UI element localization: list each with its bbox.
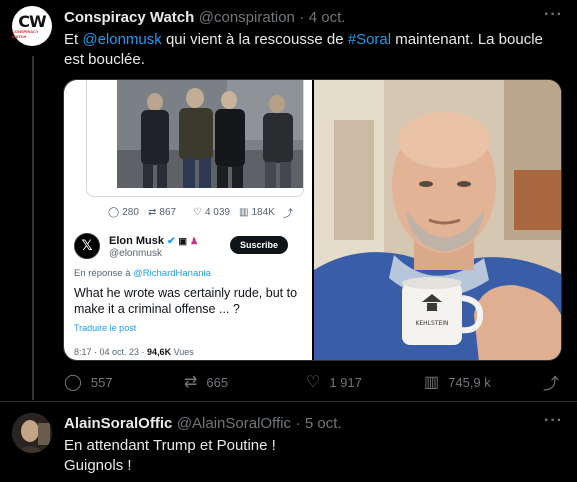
more-icon[interactable]: ··· [544,6,563,24]
avatar[interactable]: CW CONSPIRACY WATCH [12,6,52,46]
tweet-date[interactable]: 4 oct. [309,9,346,26]
quoted-likes: ♡ 4 039 [193,205,239,220]
like-action[interactable]: ♡ 1 917 [306,371,362,393]
x-logo-avatar-icon: 𝕏 [74,233,100,259]
tweet-date[interactable]: 5 oct. [305,415,342,432]
heart-icon: ♡ [306,374,321,391]
quoted-tweet-text: What he wrote was certainly rude, but to… [74,286,298,316]
tweet-media[interactable]: ◯ 280 ⇄ 867 ♡ 4 039 ▥ 184K ⤴ 𝕏 Elon Musk ✔ ▣… [63,79,562,361]
translate-post-link: Traduire le post [74,323,137,333]
quoted-tweet-meta: 8:17 · 04 oct. 23 · 94,6K Vues [74,347,194,357]
quoted-author-handle: @elonmusk [109,248,162,259]
news-photo [117,80,303,188]
tweet-text-part: qui vient à la rescousse de [161,31,348,48]
quoted-author-name: Elon Musk ✔ ▣ ♟ [109,235,198,247]
media-photo-right[interactable]: KEHLSTEIN [314,80,561,360]
divider [0,401,577,402]
portrait-photo-illustration: KEHLSTEIN [314,80,561,360]
news-photo-illustration [117,80,303,188]
quoted-likes-count: 4 039 [204,207,230,218]
tweet-text: Et @elonmusk qui vient à la rescousse de… [64,30,564,70]
more-icon[interactable]: ··· [544,412,563,430]
quoted-author-name-text: Elon Musk [109,235,165,247]
verified-badge-icon: ✔ [167,236,176,247]
mention-link[interactable]: @elonmusk [82,31,161,48]
reply-icon: ◯ [108,207,120,218]
retweet-action[interactable]: ⇄ 665 [184,371,228,393]
quoted-retweets-count: 867 [159,207,177,218]
retweet-icon: ⇄ [184,374,198,391]
avatar-logo-subtext: CONSPIRACY WATCH [12,28,39,39]
author-name[interactable]: Conspiracy Watch [64,9,194,26]
tweet-header: Conspiracy Watch @conspiration · 4 oct. [64,9,345,27]
news-photo-caption [117,188,303,194]
thread-connector-line [32,56,34,400]
tweet-text-line-2: Guignols ! [64,457,132,474]
tweet-text-line-1: En attendant Trump et Poutine ! [64,437,276,454]
cup-text: KEHLSTEIN [415,320,448,327]
quoted-retweets: ⇄ 867 [148,205,193,220]
reply-to-text: En réponse à [74,268,134,279]
header-separator: · [299,9,305,26]
quoted-card [86,80,304,197]
reply-action[interactable]: ◯ 557 [64,371,113,393]
quoted-views: ▥ 184K [239,205,283,220]
quoted-replies-count: 280 [122,207,139,218]
views-action[interactable]: ▥ 745,9 k [424,371,491,393]
heart-icon: ♡ [193,207,202,218]
quoted-replies: ◯ 280 [108,205,148,220]
subscribe-button: Suscribe [230,236,288,254]
team-badge-icon: ♟ [190,236,199,246]
author-name[interactable]: AlainSoralOffic [64,415,172,432]
quoted-views-count: 184K [251,207,275,218]
media-screenshot-left[interactable]: ◯ 280 ⇄ 867 ♡ 4 039 ▥ 184K ⤴ 𝕏 Elon Musk ✔ ▣… [64,80,312,360]
share-icon: ⤴ [543,376,560,393]
author-handle[interactable]: @conspiration [199,9,295,26]
views-icon: ▥ [239,207,249,218]
tweet-header: AlainSoralOffic @AlainSoralOffic · 5 oct… [64,415,342,433]
reply-to-handle: @RichardHanania [133,268,211,279]
views-count: 745,9 k [448,374,491,390]
reply-count: 557 [90,374,113,390]
reply-icon: ◯ [64,374,82,391]
quoted-meta-time: 8:17 · 04 oct. 23 · [74,347,148,357]
hashtag-link[interactable]: #Soral [348,31,391,48]
views-icon: ▥ [424,374,440,391]
quoted-meta-views: 94,6K [147,347,172,357]
retweet-icon: ⇄ [148,207,157,218]
reply-to-label: En réponse à @RichardHanania [74,268,211,279]
share-icon: ⤴ [283,209,293,220]
avatar[interactable] [12,413,52,453]
avatar-photo [12,413,52,453]
tweet-text-part: Et [64,31,83,48]
header-separator: · [295,415,301,432]
avatar-logo-text: CW [18,11,46,31]
x-badge-icon: ▣ [178,236,188,246]
like-count: 1 917 [329,374,362,390]
quoted-metrics: ◯ 280 ⇄ 867 ♡ 4 039 ▥ 184K ⤴ [108,205,293,220]
quoted-meta-views-label: Vues [171,347,194,357]
author-handle[interactable]: @AlainSoralOffic [177,415,291,432]
share-action[interactable]: ⤴ [543,371,559,393]
retweet-count: 665 [206,374,229,390]
